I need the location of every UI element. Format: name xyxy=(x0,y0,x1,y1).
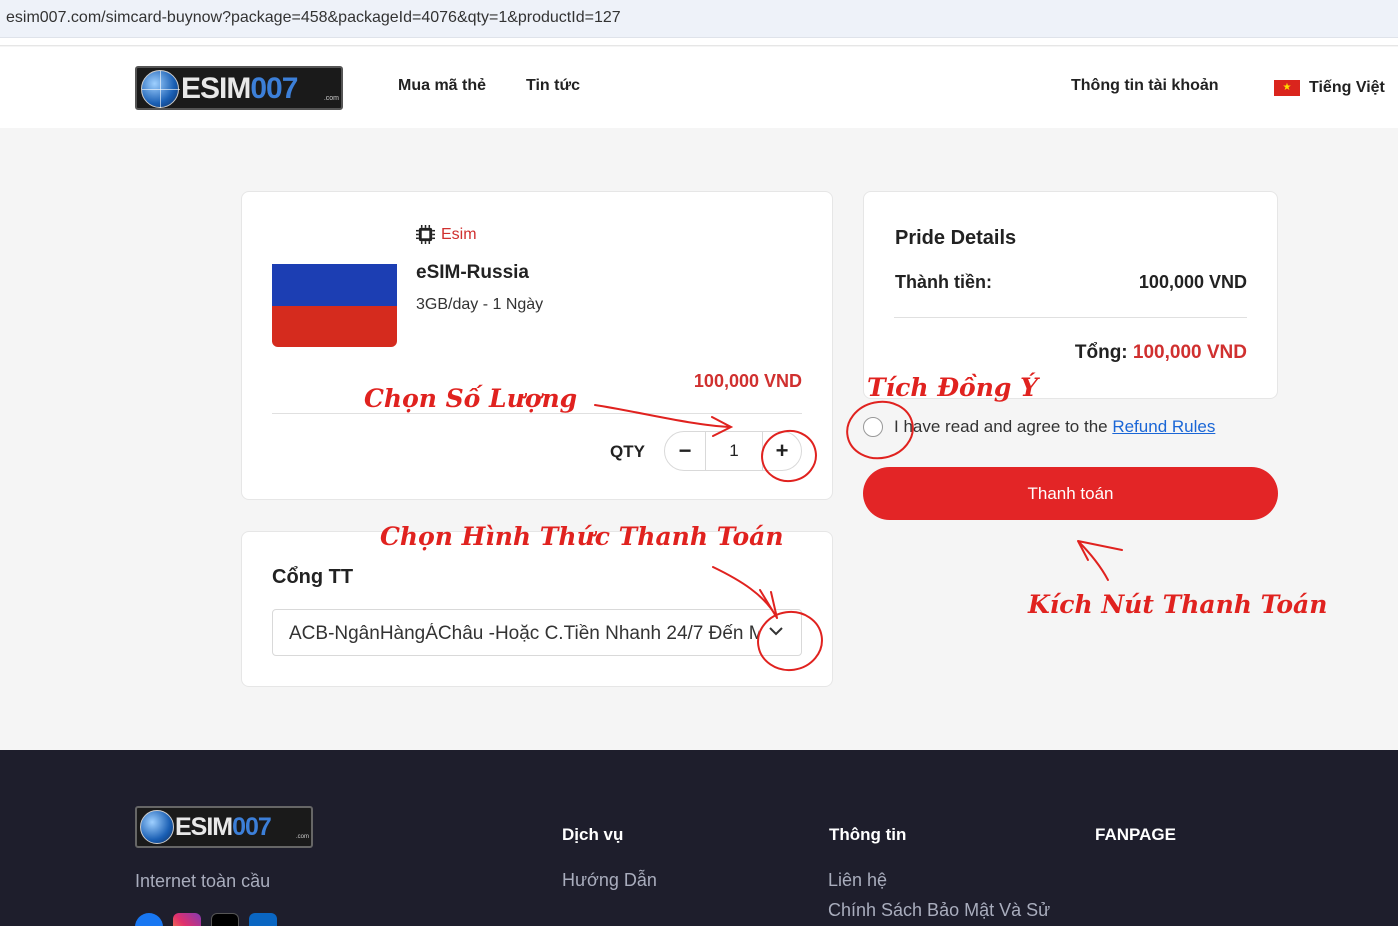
footer-fanpage-heading: FANPAGE xyxy=(1095,825,1176,844)
agree-text: I have read and agree to the Refund Rule… xyxy=(894,417,1216,436)
agree-radio[interactable] xyxy=(863,417,883,437)
footer-info-heading: Thông tin xyxy=(829,825,907,844)
product-name: eSIM-Russia xyxy=(416,262,529,283)
language-selector[interactable]: Tiếng Việt xyxy=(1309,79,1385,97)
quantity-stepper: − 1 + xyxy=(664,431,802,471)
gateway-selected-value: ACB-NgânHàngÁChâu -Hoặc C.Tiền Nhanh 24/… xyxy=(289,623,759,644)
russia-flag-icon xyxy=(272,222,397,347)
logo-suffix: .com xyxy=(295,834,309,840)
price-details-title: Pride Details xyxy=(895,227,1017,249)
globe-icon xyxy=(141,70,180,108)
footer-link-guide[interactable]: Hướng Dẫn xyxy=(562,870,657,891)
chevron-down-icon[interactable] xyxy=(767,622,785,640)
divider xyxy=(894,317,1247,318)
globe-icon xyxy=(140,810,174,844)
site-footer: ESIM007 .com Internet toàn cầu Dịch vụ H… xyxy=(0,750,1398,926)
nav-buy-card[interactable]: Mua mã thẻ xyxy=(398,77,486,95)
subtotal-label: Thành tiền: xyxy=(895,272,992,292)
qty-label: QTY xyxy=(610,442,645,461)
subtotal-value: 100,000 VND xyxy=(1138,272,1247,292)
total-label: Tổng: xyxy=(1074,342,1128,363)
logo-suffix: .com xyxy=(323,95,339,102)
vietnam-flag-icon[interactable]: ★ xyxy=(1274,80,1300,96)
product-price: 100,000 VND xyxy=(693,371,802,391)
logo-text: ESIM007 xyxy=(181,72,298,105)
site-header: ESIM007 .com Mua mã thẻ Tin tức Thông ti… xyxy=(0,47,1398,128)
qty-increment-button[interactable]: + xyxy=(763,432,801,470)
footer-services-heading: Dịch vụ xyxy=(562,825,624,844)
nav-news[interactable]: Tin tức xyxy=(526,77,580,95)
footer-tagline: Internet toàn cầu xyxy=(135,871,271,891)
qty-input[interactable]: 1 xyxy=(705,432,763,470)
footer-link-privacy[interactable]: Chính Sách Bảo Mật Và Sử xyxy=(828,900,1050,921)
x-icon[interactable] xyxy=(211,913,239,926)
gateway-title: Cổng TT xyxy=(272,566,354,588)
refund-rules-link[interactable]: Refund Rules xyxy=(1112,417,1215,436)
footer-link-contact[interactable]: Liên hệ xyxy=(828,870,887,891)
esim-tag: Esim xyxy=(441,226,477,243)
site-logo[interactable]: ESIM007 .com xyxy=(135,66,343,110)
divider xyxy=(272,413,802,414)
linkedin-icon[interactable] xyxy=(249,913,277,926)
nav-account[interactable]: Thông tin tài khoản xyxy=(1071,77,1219,95)
arrow-to-pay xyxy=(1077,540,1123,581)
footer-logo[interactable]: ESIM007 .com xyxy=(135,806,313,848)
toolbar-strip xyxy=(0,38,1398,46)
pay-button[interactable]: Thanh toán xyxy=(863,467,1278,520)
annotation-pay: Kích Nút Thanh Toán xyxy=(1028,590,1328,619)
annotation-payment-method: Chọn Hình Thức Thanh Toán xyxy=(380,522,784,551)
logo-text: ESIM007 xyxy=(175,813,272,841)
total-line: Tổng: 100,000 VND xyxy=(960,342,1247,364)
annotation-agree: Tích Đồng Ý xyxy=(867,373,1038,402)
qty-decrement-button[interactable]: − xyxy=(665,432,705,470)
browser-address-bar[interactable]: esim007.com/simcard-buynow?package=458&p… xyxy=(0,0,1398,38)
payment-gateway-select[interactable]: ACB-NgânHàngÁChâu -Hoặc C.Tiền Nhanh 24/… xyxy=(272,609,802,656)
product-detail: 3GB/day - 1 Ngày xyxy=(416,296,544,313)
chip-icon xyxy=(416,225,435,244)
price-details-card xyxy=(863,191,1278,399)
total-value: 100,000 VND xyxy=(1132,342,1247,363)
annotation-qty: Chọn Số Lượng xyxy=(364,384,578,413)
url-text[interactable]: esim007.com/simcard-buynow?package=458&p… xyxy=(6,9,621,27)
facebook-icon[interactable] xyxy=(135,913,163,926)
instagram-icon[interactable] xyxy=(173,913,201,926)
